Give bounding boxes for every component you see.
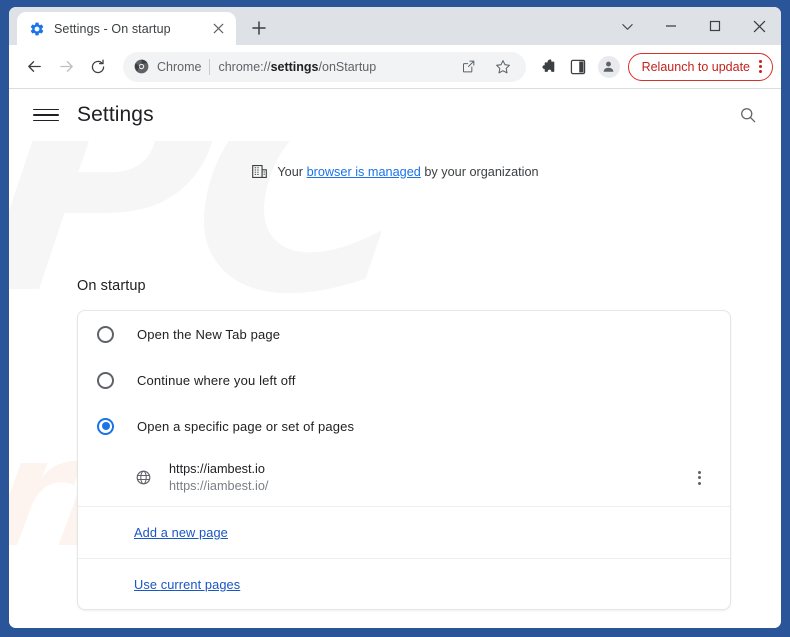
managed-browser-banner: Your browser is managed by your organiza… xyxy=(9,163,781,180)
startup-page-title: https://iambest.io xyxy=(169,462,265,476)
chrome-icon xyxy=(134,59,149,74)
person-icon xyxy=(603,61,614,72)
window-controls xyxy=(605,7,781,45)
minimize-button[interactable] xyxy=(649,10,693,42)
dot xyxy=(759,70,762,73)
dot xyxy=(697,470,701,474)
startup-option-new-tab[interactable]: Open the New Tab page xyxy=(78,311,730,357)
maximize-button[interactable] xyxy=(693,10,737,42)
search-icon[interactable] xyxy=(733,100,763,130)
bookmark-star-icon[interactable] xyxy=(490,54,516,80)
omnibox-divider xyxy=(209,58,211,75)
startup-page-row[interactable]: https://iambest.io https://iambest.io/ xyxy=(78,449,730,507)
enterprise-building-icon xyxy=(252,164,268,179)
bar xyxy=(33,108,59,111)
add-a-new-page-link[interactable]: Add a new page xyxy=(134,525,228,540)
bar xyxy=(33,114,59,116)
radio-button-selected[interactable] xyxy=(97,417,114,435)
startup-option-continue[interactable]: Continue where you left off xyxy=(78,357,730,403)
arrow-right-icon xyxy=(59,61,73,72)
relaunch-label: Relaunch to update xyxy=(641,59,750,74)
tab-close-icon[interactable] xyxy=(208,19,228,39)
browser-tab[interactable]: Settings - On startup xyxy=(17,12,236,45)
startup-page-texts: https://iambest.io https://iambest.io/ xyxy=(169,462,669,493)
dot xyxy=(759,65,762,68)
browser-is-managed-link[interactable]: browser is managed xyxy=(307,165,421,179)
omnibox-url-text: chrome://settings/onStartup xyxy=(218,60,447,74)
bar xyxy=(33,119,59,122)
use-current-pages-link[interactable]: Use current pages xyxy=(134,577,240,592)
tab-title: Settings - On startup xyxy=(54,21,171,36)
startup-option-label: Continue where you left off xyxy=(137,372,296,388)
settings-page: PC risk.com Settings xyxy=(9,89,781,628)
relaunch-to-update-button[interactable]: Relaunch to update xyxy=(627,52,773,81)
share-glyph xyxy=(463,60,475,73)
settings-content: Your browser is managed by your organiza… xyxy=(9,141,781,628)
startup-option-label: Open a specific page or set of pages xyxy=(137,418,355,434)
close-button[interactable] xyxy=(737,10,781,42)
page-title: Settings xyxy=(77,103,154,126)
share-icon[interactable] xyxy=(456,54,482,80)
on-startup-card: Open the New Tab page Continue where you… xyxy=(77,310,731,610)
chrome-menu-icon[interactable] xyxy=(756,58,765,75)
managed-prefix: Your xyxy=(277,164,307,179)
forward-button[interactable] xyxy=(51,52,81,82)
star-glyph xyxy=(495,59,510,73)
extensions-button[interactable] xyxy=(534,53,562,81)
more-actions-icon[interactable] xyxy=(686,465,712,491)
omnibox-brand-label: Chrome xyxy=(157,59,202,74)
dot xyxy=(697,476,701,479)
tab-strip: Settings - On startup xyxy=(9,7,781,45)
magnifier-glyph xyxy=(741,108,756,123)
section-title: On startup xyxy=(77,278,146,294)
startup-page-url: https://iambest.io/ xyxy=(169,479,269,493)
back-button[interactable] xyxy=(19,52,49,82)
arrow-left-icon xyxy=(27,61,41,72)
tab-search-button[interactable] xyxy=(605,10,649,42)
close-icon xyxy=(753,20,765,32)
add-a-new-page-row[interactable]: Add a new page xyxy=(78,507,730,558)
minimize-icon xyxy=(666,25,676,27)
side-panel-button[interactable] xyxy=(564,53,592,81)
puzzle-piece-icon xyxy=(542,59,555,72)
url-path: /onStartup xyxy=(318,59,377,74)
startup-option-label: Open the New Tab page xyxy=(137,326,281,342)
startup-pages-list: https://iambest.io https://iambest.io/ xyxy=(78,449,730,507)
radio-button[interactable] xyxy=(97,371,114,389)
globe-icon xyxy=(136,470,151,485)
settings-header: Settings xyxy=(9,89,781,141)
reload-icon xyxy=(91,59,105,73)
reload-button[interactable] xyxy=(83,52,113,82)
hamburger-menu-icon[interactable] xyxy=(33,102,59,128)
side-panel-icon xyxy=(570,59,585,74)
maximize-icon xyxy=(709,20,721,32)
radio-button[interactable] xyxy=(97,325,114,343)
browser-toolbar: Chrome chrome://settings/onStartup Relau… xyxy=(9,45,781,89)
new-tab-button[interactable] xyxy=(244,13,274,43)
browser-window-frame: Settings - On startup Chrome chrome://se… xyxy=(0,0,790,637)
startup-option-specific-pages[interactable]: Open a specific page or set of pages xyxy=(78,403,730,449)
dot xyxy=(697,481,701,485)
address-bar[interactable]: Chrome chrome://settings/onStartup xyxy=(123,51,526,82)
managed-suffix: by your organization xyxy=(420,164,539,179)
chevron-down-icon xyxy=(621,23,633,30)
use-current-pages-row[interactable]: Use current pages xyxy=(78,558,730,609)
managed-banner-text: Your browser is managed by your organiza… xyxy=(277,165,538,179)
url-prefix: chrome:// xyxy=(218,59,271,74)
profile-avatar[interactable] xyxy=(597,55,620,78)
dot xyxy=(759,60,762,63)
close-glyph xyxy=(212,23,224,34)
settings-gear-icon xyxy=(30,22,44,35)
url-host: settings xyxy=(270,59,319,74)
browser-window: Settings - On startup Chrome chrome://se… xyxy=(9,7,781,628)
plus-icon xyxy=(252,21,266,35)
